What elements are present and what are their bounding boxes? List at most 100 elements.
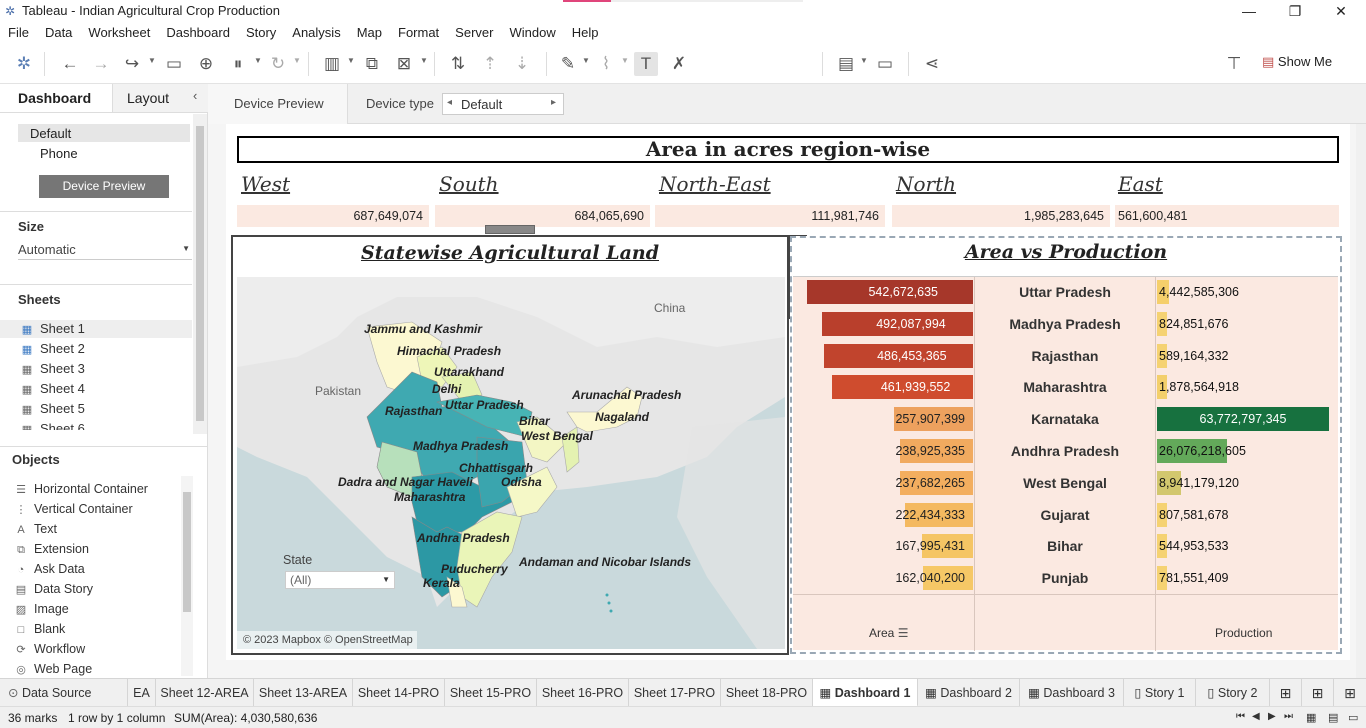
tab-sheet-18[interactable]: Sheet 18-PRO — [721, 679, 813, 707]
presentation-mode-icon[interactable]: ▭ — [873, 52, 897, 76]
menu-map[interactable]: Map — [349, 22, 390, 44]
tab-sheet-13[interactable]: Sheet 13-AREA — [254, 679, 353, 707]
sheets-scrollbar[interactable] — [193, 114, 207, 434]
sort-descending-icon[interactable]: ⇣ — [510, 52, 534, 76]
new-datasource-icon[interactable]: ⊕ — [194, 52, 218, 76]
area-axis-label[interactable]: Area ☰ — [869, 626, 908, 640]
tab-story-1[interactable]: ▯ Story 1 — [1124, 679, 1196, 707]
new-worksheet-tab-icon[interactable]: ⊞ — [1270, 679, 1302, 707]
objects-list: ☰ Horizontal Container ⋮ Vertical Containe… — [0, 476, 180, 676]
sheets-list: ▦ Sheet 1 ▦ Sheet 2 ▦ Sheet 3 ▦ Sheet 4 ▦ She… — [0, 318, 192, 430]
menu-data[interactable]: Data — [37, 22, 80, 44]
grid-view-icon[interactable]: ▦ — [1306, 711, 1316, 724]
objects-scrollbar[interactable] — [181, 476, 193, 676]
object-web-page[interactable]: ◎ Web Page — [14, 662, 92, 676]
sheet-item[interactable]: ▦ Sheet 2 — [20, 341, 85, 356]
state-filter-dropdown[interactable]: (All) ▼ — [285, 571, 395, 589]
show-labels-icon[interactable]: T — [634, 52, 658, 76]
sheet-item[interactable]: ▦ Sheet 4 — [20, 381, 85, 396]
menu-worksheet[interactable]: Worksheet — [80, 22, 158, 44]
tab-view-icon[interactable]: ▭ — [1348, 711, 1358, 724]
tab-sheet-14[interactable]: Sheet 14-PRO — [353, 679, 445, 707]
menu-help[interactable]: Help — [564, 22, 607, 44]
device-default[interactable]: Default — [18, 124, 190, 142]
object-workflow[interactable]: ⟳ Workflow — [14, 642, 85, 656]
menu-story[interactable]: Story — [238, 22, 284, 44]
tab-layout[interactable]: Layout ‹ — [112, 84, 208, 112]
next-page-icon[interactable]: ▶ — [1268, 711, 1276, 722]
fix-axes-icon[interactable]: ✗ — [667, 52, 691, 76]
tab-sheet-17[interactable]: Sheet 17-PRO — [629, 679, 721, 707]
tab-dashboard-3[interactable]: ▦ Dashboard 3 — [1020, 679, 1124, 707]
new-story-tab-icon[interactable]: ⊞ — [1334, 679, 1366, 707]
sheet-item[interactable]: ▦ Sheet 3 — [20, 361, 85, 376]
swap-icon[interactable]: ⇅ — [446, 52, 470, 76]
sheet-item[interactable]: ▦ Sheet 5 — [20, 401, 85, 416]
tab-story-2[interactable]: ▯ Story 2 — [1196, 679, 1270, 707]
share-icon[interactable]: ⋖ — [920, 52, 944, 76]
tab-sheet-15[interactable]: Sheet 15-PRO — [445, 679, 537, 707]
india-map[interactable]: China Pakistan Jammu and Kashmir Himacha… — [237, 277, 785, 649]
new-dashboard-tab-icon[interactable]: ⊞ — [1302, 679, 1334, 707]
sheet-icon: ▦ — [21, 424, 33, 430]
area-data-label: 162,040,200 — [895, 571, 965, 586]
format-painter-icon[interactable]: ⊤ — [1222, 52, 1246, 76]
clear-sheet-icon[interactable]: ⊠ — [392, 52, 416, 76]
size-dropdown[interactable]: Automatic ▼ — [18, 242, 192, 260]
tab-sheet-16[interactable]: Sheet 16-PRO — [537, 679, 629, 707]
show-cards-icon[interactable]: ▤ — [834, 52, 858, 76]
prev-page-icon[interactable]: ◀ — [1252, 711, 1260, 722]
tableau-home-icon[interactable]: ✲ — [12, 52, 36, 76]
sheet-item[interactable]: ▦ Sheet 6 — [20, 421, 85, 430]
film-view-icon[interactable]: ▤ — [1328, 711, 1338, 724]
object-extension[interactable]: ⧉ Extension — [14, 542, 89, 557]
object-data-story[interactable]: ▤ Data Story — [14, 582, 93, 596]
device-phone[interactable]: Phone — [40, 146, 78, 161]
drag-handle[interactable] — [485, 225, 535, 234]
group-icon[interactable]: ⌇ — [594, 52, 618, 76]
menu-format[interactable]: Format — [390, 22, 447, 44]
tab-dashboard[interactable]: Dashboard — [0, 84, 112, 112]
replay-icon[interactable]: ↪ — [120, 52, 144, 76]
first-page-icon[interactable]: ⏮ — [1236, 711, 1245, 722]
object-blank[interactable]: □ Blank — [14, 622, 66, 636]
object-vertical-container[interactable]: ⋮ Vertical Container — [14, 502, 133, 516]
last-page-icon[interactable]: ⏭ — [1284, 711, 1293, 722]
undo-icon[interactable]: ← — [58, 52, 82, 76]
label-kerala: Kerala — [423, 576, 460, 590]
device-preview-label[interactable]: Device Preview — [234, 96, 324, 111]
object-ask-data[interactable]: ◔ Ask Data — [14, 562, 85, 576]
menu-analysis[interactable]: Analysis — [284, 22, 348, 44]
pause-updates-icon[interactable]: ⏸ — [226, 52, 250, 76]
menu-window[interactable]: Window — [501, 22, 563, 44]
sheet-item[interactable]: ▦ Sheet 1 — [20, 321, 85, 336]
redo-icon[interactable]: → — [89, 52, 113, 76]
maximize-button[interactable]: ❐ — [1272, 0, 1318, 22]
tab-dashboard-1[interactable]: ▦ Dashboard 1 — [813, 679, 918, 707]
dashboard-header: Area in acres region-wise — [237, 136, 1339, 163]
tab-data-source[interactable]: ⊙ Data Source — [0, 679, 128, 707]
device-type-select[interactable]: ◂ Default ▸ — [442, 93, 564, 115]
object-image[interactable]: ▨ Image — [14, 602, 69, 616]
save-icon[interactable]: ▭ — [162, 52, 186, 76]
duplicate-icon[interactable]: ⧉ — [360, 52, 384, 76]
device-preview-button[interactable]: Device Preview — [39, 175, 169, 198]
highlight-icon[interactable]: ✎ — [556, 52, 580, 76]
menu-server[interactable]: Server — [447, 22, 501, 44]
close-window-button[interactable]: ✕ — [1318, 0, 1364, 22]
sort-ascending-icon[interactable]: ⇡ — [478, 52, 502, 76]
show-me-button[interactable]: ▤ Show Me — [1262, 54, 1332, 70]
canvas-scrollbar[interactable] — [1356, 124, 1366, 678]
object-horizontal-container[interactable]: ☰ Horizontal Container — [14, 482, 148, 496]
minimize-button[interactable]: — — [1226, 0, 1272, 22]
rows-columns: 1 row by 1 column — [68, 711, 166, 725]
new-worksheet-icon[interactable]: ▥ — [320, 52, 344, 76]
tab-sheet-12[interactable]: Sheet 12-AREA — [156, 679, 254, 707]
object-text[interactable]: A Text — [14, 522, 57, 536]
toolbar: ✲ ← → ↪ ▼ ▭ ⊕ ⏸ ▼ ↻ ▼ ▥ ▼ ⧉ ⊠ ▼ ⇅ ⇡ ⇣ ✎ … — [0, 44, 1366, 118]
refresh-icon[interactable]: ↻ — [266, 52, 290, 76]
tab-dashboard-2[interactable]: ▦ Dashboard 2 — [918, 679, 1020, 707]
menu-file[interactable]: File — [0, 22, 37, 44]
tab-sheet-area[interactable]: EA — [128, 679, 156, 707]
menu-dashboard[interactable]: Dashboard — [158, 22, 238, 44]
